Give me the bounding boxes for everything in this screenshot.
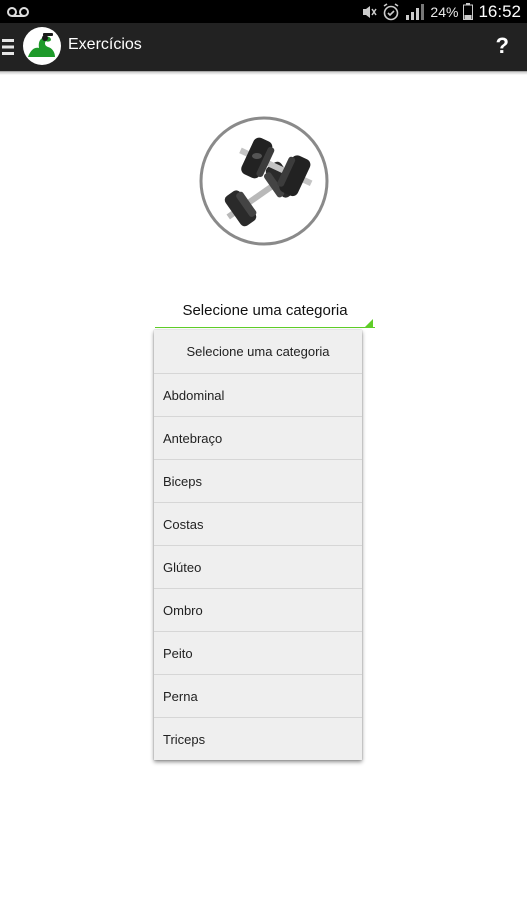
dropdown-option-peito[interactable]: Peito: [154, 632, 362, 675]
signal-icon: [406, 3, 425, 20]
dropdown-option-placeholder[interactable]: Selecione uma categoria: [154, 330, 362, 373]
dropdown-option-triceps[interactable]: Triceps: [154, 718, 362, 761]
dumbbells-icon: [199, 116, 329, 246]
alarm-icon: [383, 2, 399, 20]
clock: 16:52: [478, 1, 521, 21]
app-title: Exercícios: [68, 36, 142, 53]
battery-icon: [463, 3, 474, 20]
dropdown-option-perna[interactable]: Perna: [154, 675, 362, 718]
help-button[interactable]: ?: [496, 33, 509, 59]
dropdown-option-abdominal[interactable]: Abdominal: [154, 374, 362, 417]
flexing-arm-icon: [28, 33, 55, 57]
spinner-underline: [155, 327, 375, 328]
battery-percent: 24%: [430, 3, 459, 20]
mute-icon: [363, 5, 378, 18]
status-bar: 24% 16:52: [0, 0, 527, 23]
dropdown-option-costas[interactable]: Costas: [154, 503, 362, 546]
dropdown-option-biceps[interactable]: Biceps: [154, 460, 362, 503]
spinner-selected-value: Selecione uma categoria: [182, 302, 348, 319]
dropdown-option-antebraco[interactable]: Antebraço: [154, 417, 362, 460]
app-logo[interactable]: [23, 27, 61, 65]
spinner-arrow-icon: [365, 319, 373, 327]
hamburger-menu-icon[interactable]: [2, 37, 16, 57]
dropdown-option-gluteo[interactable]: Glúteo: [154, 546, 362, 589]
dropdown-option-ombro[interactable]: Ombro: [154, 589, 362, 632]
action-bar-shadow: [0, 71, 527, 75]
voicemail-icon: [7, 7, 29, 17]
category-dropdown: Selecione uma categoria Abdominal Antebr…: [154, 330, 362, 760]
action-bar: Exercícios ?: [0, 23, 527, 72]
category-spinner[interactable]: Selecione uma categoria: [155, 296, 375, 328]
